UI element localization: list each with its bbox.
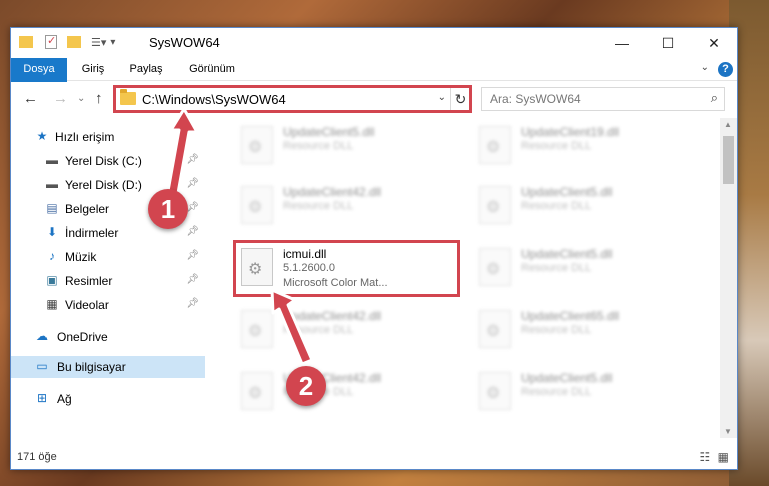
arrow-up-to-address <box>166 107 199 195</box>
arrow-to-file <box>270 288 314 366</box>
step-1-badge: 1 <box>148 189 188 229</box>
annotation-arrows <box>166 107 314 366</box>
step-2-badge: 2 <box>286 366 326 406</box>
